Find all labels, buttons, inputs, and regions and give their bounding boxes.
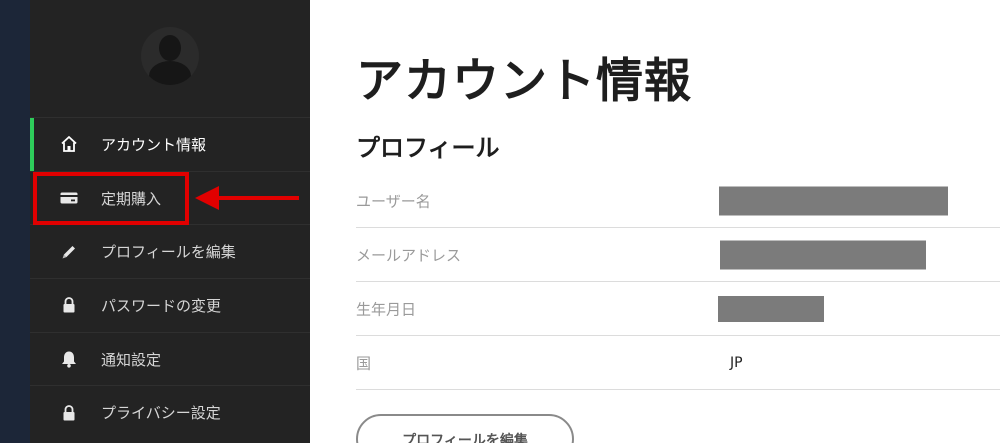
sidebar-item-edit-profile[interactable]: プロフィールを編集	[30, 224, 310, 278]
profile-field-row-birthdate: 生年月日	[356, 282, 1000, 336]
field-label: 生年月日	[356, 300, 417, 318]
profile-field-row-country: 国 JP	[356, 336, 1000, 390]
sidebar-item-label: プライバシー設定	[101, 404, 221, 423]
sidebar-item-change-password[interactable]: パスワードの変更	[30, 278, 310, 332]
pencil-icon	[62, 245, 75, 259]
highlight-annotation-box	[33, 172, 189, 225]
field-label: メールアドレス	[356, 246, 462, 264]
lock-icon	[63, 404, 75, 421]
arrow-left-icon	[195, 186, 299, 210]
bell-icon	[62, 351, 76, 368]
avatar-head-shape	[159, 35, 181, 61]
sidebar-item-label: プロフィールを編集	[101, 243, 236, 262]
sidebar-item-label: パスワードの変更	[101, 296, 222, 315]
sidebar-item-notification-settings[interactable]: 通知設定	[30, 331, 310, 386]
redacted-value	[718, 295, 824, 322]
page-title: アカウント情報	[356, 54, 692, 109]
sidebar-item-privacy-settings[interactable]: プライバシー設定	[30, 385, 310, 439]
redacted-value	[720, 240, 926, 269]
field-label: ユーザー名	[356, 192, 431, 210]
main-content: アカウント情報 プロフィール ユーザー名 メールアドレス 生年月日 国 JP プ…	[356, 0, 1000, 443]
home-icon	[61, 136, 77, 153]
sidebar-nav: アカウント情報 定期購入 プロフィールを編集 パスワードの変更 通知設定 プライ…	[30, 117, 310, 439]
edit-profile-button[interactable]: プロフィールを編集	[356, 414, 574, 443]
avatar-body-shape	[149, 61, 191, 85]
avatar[interactable]	[141, 27, 199, 85]
section-title-profile: プロフィール	[356, 134, 500, 162]
redacted-value	[719, 186, 948, 215]
sidebar-item-account-info[interactable]: アカウント情報	[30, 117, 310, 171]
field-label: 国	[356, 354, 372, 372]
profile-field-row-username: ユーザー名	[356, 174, 1000, 228]
sidebar-item-label: 通知設定	[101, 350, 162, 369]
profile-field-row-email: メールアドレス	[356, 228, 1000, 282]
field-value-country: JP	[730, 354, 743, 371]
sidebar-item-label: アカウント情報	[101, 135, 207, 154]
left-background-strip	[0, 0, 30, 443]
lock-icon	[63, 297, 75, 313]
